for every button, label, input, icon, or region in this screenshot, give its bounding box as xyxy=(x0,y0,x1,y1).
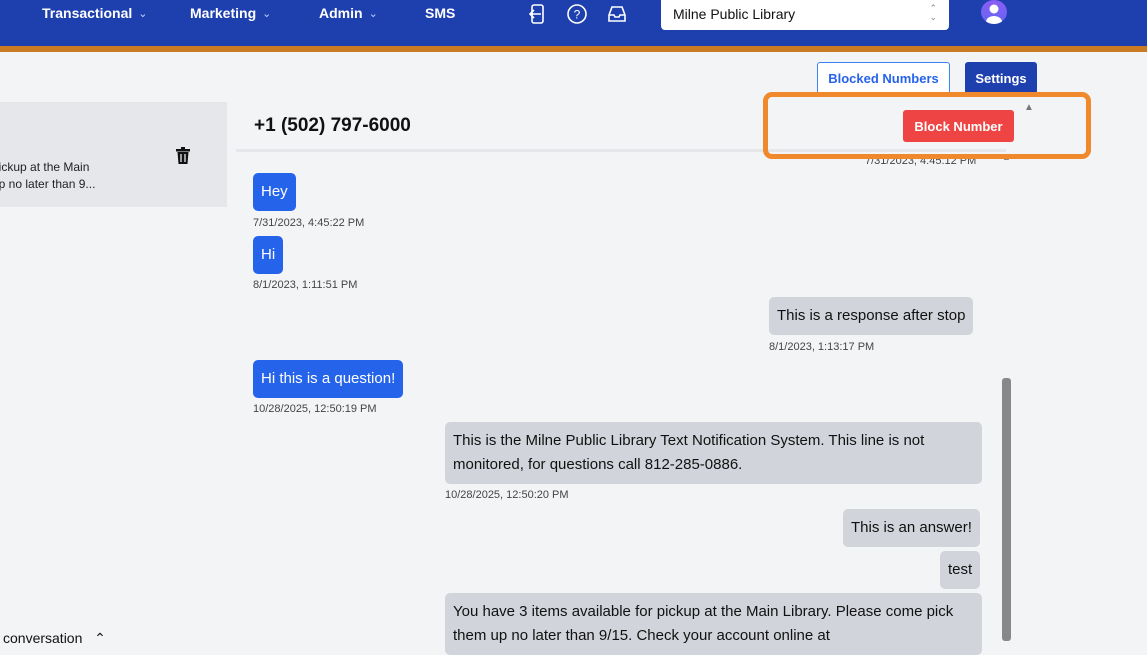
avatar[interactable] xyxy=(981,0,1007,24)
message-incoming: Hey xyxy=(253,173,296,211)
message-incoming: Hi xyxy=(253,236,284,274)
message-outgoing: You have 3 items available for pickup at… xyxy=(445,593,982,655)
highlight-annotation xyxy=(763,92,1091,159)
new-conversation-toggle[interactable]: conversation ⌃ xyxy=(3,630,106,647)
inbox-icon[interactable] xyxy=(606,3,628,25)
nav-label: Marketing xyxy=(190,5,257,21)
message-outgoing: This is an answer! xyxy=(843,509,980,547)
message-timestamp: 8/1/2023, 1:11:51 PM xyxy=(253,279,358,291)
library-select-value: Milne Public Library xyxy=(673,6,796,22)
chat-panel: +1 (502) 797-6000 Block Number 7/31/2023… xyxy=(236,102,1016,655)
message-timestamp: 8/1/2023, 1:13:17 PM xyxy=(769,341,875,353)
message-outgoing: test xyxy=(940,551,981,589)
conversation-preview: pickup at the Main up no later than 9... xyxy=(0,159,172,193)
message-timestamp: 10/28/2025, 12:50:20 PM xyxy=(445,489,569,501)
message-incoming: Hi this is a question! xyxy=(253,360,404,398)
message-timestamp: 7/31/2023, 4:45:22 PM xyxy=(253,217,365,229)
updown-icon: ⌃ ⌄ xyxy=(929,3,937,22)
message-timestamp: 10/28/2025, 12:50:19 PM xyxy=(253,403,377,415)
messages-scrollbar[interactable]: ▲ xyxy=(1000,152,1013,641)
logout-icon[interactable] xyxy=(527,3,549,25)
chevron-down-icon: ⌄ xyxy=(262,7,272,20)
message-outgoing: This is a response after stop xyxy=(769,297,974,335)
blocked-numbers-button[interactable]: Blocked Numbers xyxy=(817,62,950,94)
chevron-down-icon: ⌄ xyxy=(138,7,148,20)
top-navbar: Transactional ⌄ Marketing ⌄ Admin ⌄ SMS ? M… xyxy=(0,0,1147,46)
help-icon[interactable]: ? xyxy=(566,3,588,25)
nav-marketing[interactable]: Marketing ⌄ xyxy=(190,5,271,21)
panel-scrollbar[interactable]: ▲ xyxy=(1022,102,1037,641)
settings-button[interactable]: Settings xyxy=(965,62,1037,94)
conversation-list: pickup at the Main up no later than 9... … xyxy=(0,102,228,646)
accent-stripe xyxy=(0,46,1147,52)
nav-transactional[interactable]: Transactional ⌄ xyxy=(42,5,147,21)
preview-line: pickup at the Main xyxy=(0,160,90,174)
nav-admin[interactable]: Admin ⌄ xyxy=(319,5,378,21)
nav-label: SMS xyxy=(425,5,456,21)
library-select[interactable]: Milne Public Library ⌃ ⌄ xyxy=(661,0,949,30)
chat-phone-number: +1 (502) 797-6000 xyxy=(254,115,411,136)
trash-icon[interactable] xyxy=(176,147,190,164)
new-conversation-label: conversation xyxy=(3,630,83,646)
nav-sms[interactable]: SMS xyxy=(425,5,455,21)
nav-label: Admin xyxy=(319,5,363,21)
chevron-up-icon: ⌃ xyxy=(94,630,106,646)
conversation-item[interactable]: pickup at the Main up no later than 9... xyxy=(0,102,227,207)
nav-label: Transactional xyxy=(42,5,133,21)
preview-line: up no later than 9... xyxy=(0,177,96,191)
chevron-down-icon: ⌄ xyxy=(368,7,378,20)
message-outgoing: This is the Milne Public Library Text No… xyxy=(445,422,982,484)
svg-text:?: ? xyxy=(574,8,581,22)
scrollbar-thumb[interactable] xyxy=(1002,378,1011,641)
